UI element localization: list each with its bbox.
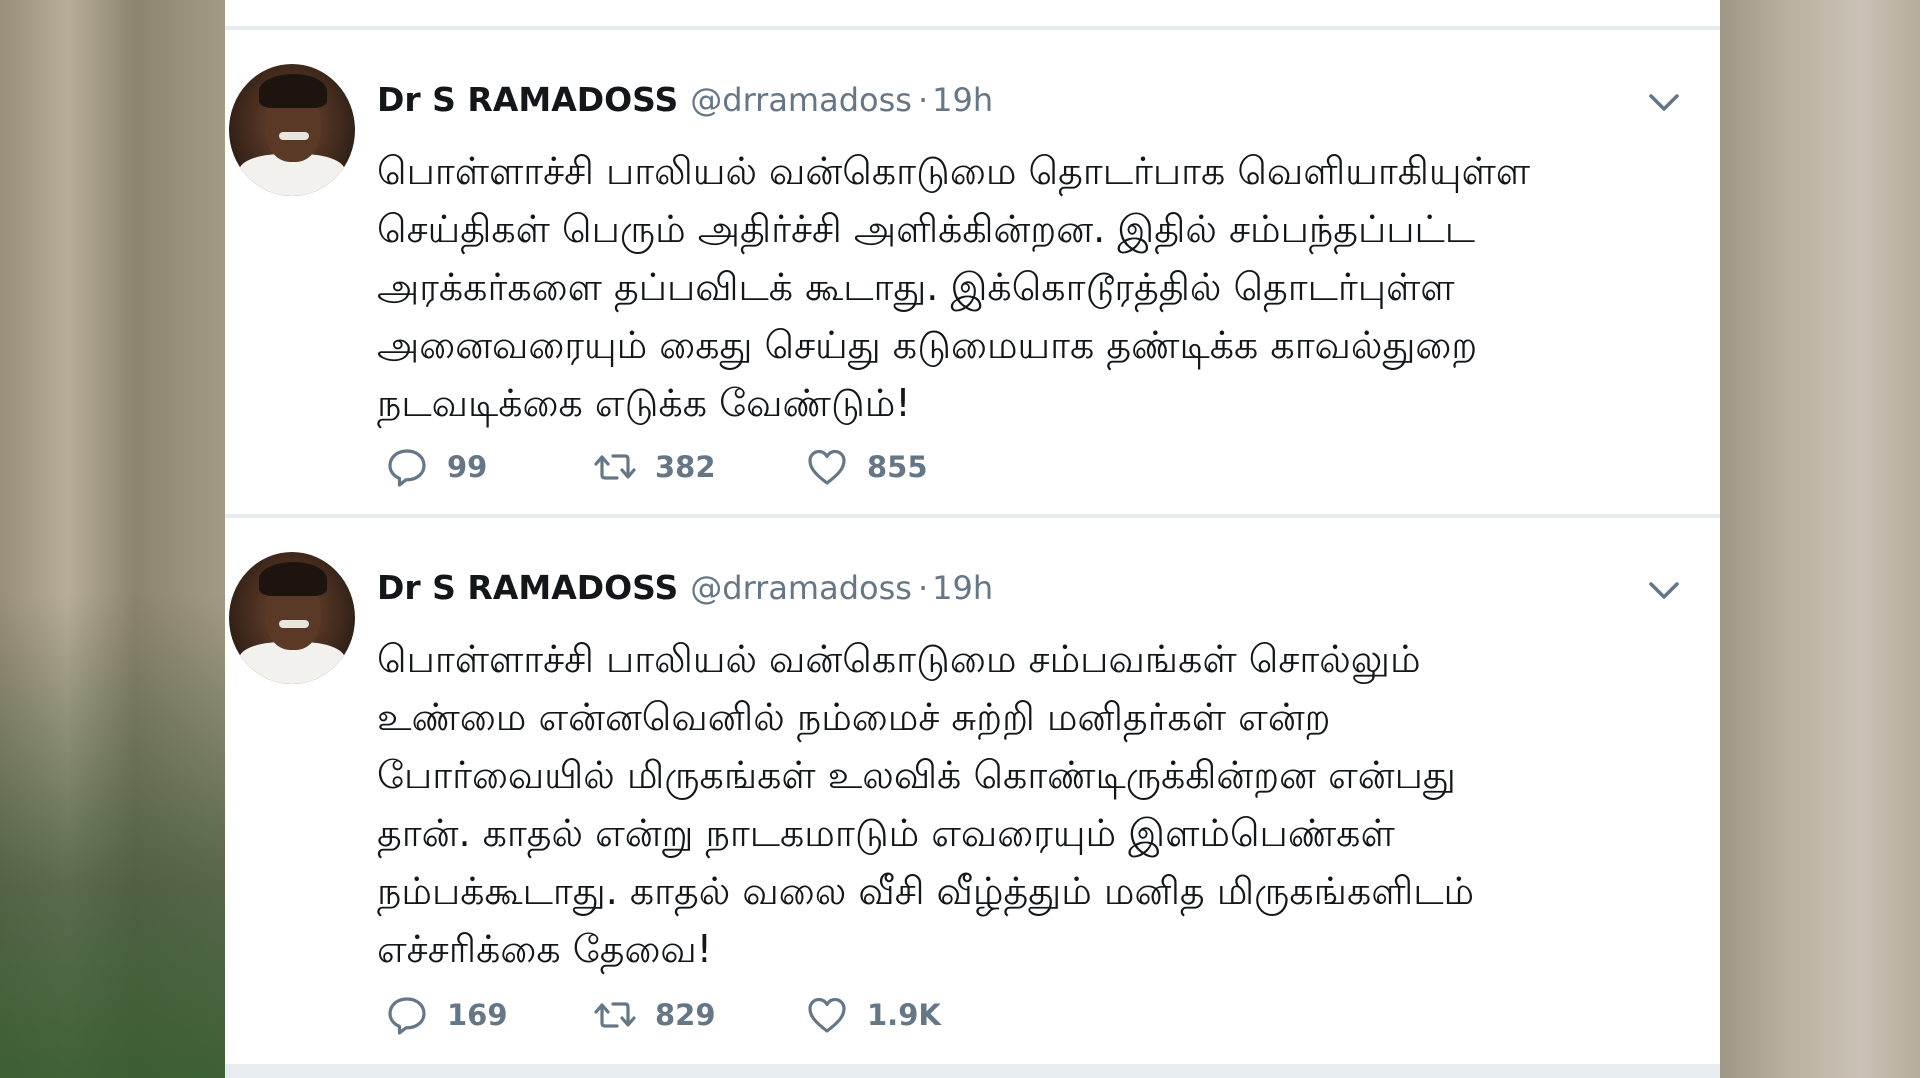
reply-button[interactable]: 169 — [385, 990, 508, 1040]
like-count: 1.9K — [867, 998, 941, 1032]
author-handle[interactable]: @drramadoss — [690, 569, 912, 607]
tweet-partial-top — [225, 0, 1720, 26]
like-button[interactable]: 1.9K — [805, 990, 941, 1040]
heart-icon — [805, 445, 849, 489]
tweet[interactable]: Dr S RAMADOSS @drramadoss · 19h பொள்ளாச்சி … — [225, 30, 1720, 514]
avatar[interactable] — [229, 552, 355, 684]
tweet-text-line: பொள்ளாச்சி பாலியல் வன்கொடுமை சம்பவங்கள் … — [377, 637, 1421, 681]
like-button[interactable]: 855 — [805, 442, 928, 492]
tweet-actions: 169 829 1.9K — [385, 990, 985, 1040]
tweet-text-line: தான். காதல் என்று நாடகமாடும் எவரையும் இள… — [377, 811, 1395, 855]
tweet-text-line: பொள்ளாச்சி பாலியல் வன்கொடுமை தொடர்பாக வெ… — [377, 149, 1531, 193]
avatar-hair — [259, 562, 327, 596]
tweet-text: பொள்ளாச்சி பாலியல் வன்கொடுமை தொடர்பாக வெ… — [377, 142, 1707, 432]
retweet-icon — [593, 993, 637, 1037]
author-name[interactable]: Dr S RAMADOSS — [377, 568, 678, 607]
tweet-actions: 99 382 855 — [385, 442, 985, 492]
chevron-down-icon[interactable] — [1646, 88, 1682, 116]
reply-count: 169 — [447, 998, 508, 1032]
separator-dot: · — [917, 81, 929, 119]
tweet-text-line: அரக்கர்களை தப்பவிடக் கூடாது. இக்கொடூரத்த… — [377, 265, 1455, 309]
avatar-mustache — [279, 132, 309, 140]
heart-icon — [805, 993, 849, 1037]
tweet-time[interactable]: 19h — [932, 81, 993, 119]
retweet-button[interactable]: 382 — [593, 442, 716, 492]
tweet-text-line: போர்வையில் மிருகங்கள் உலவிக் கொண்டிருக்க… — [377, 753, 1456, 797]
avatar[interactable] — [229, 64, 355, 196]
reply-button[interactable]: 99 — [385, 442, 487, 492]
tweet-text-line: செய்திகள் பெரும் அதிர்ச்சி அளிக்கின்றன. … — [377, 207, 1476, 251]
tweet-time[interactable]: 19h — [932, 569, 993, 607]
retweet-count: 382 — [655, 450, 716, 484]
like-count: 855 — [867, 450, 928, 484]
background-right — [1720, 0, 1920, 1078]
retweet-count: 829 — [655, 998, 716, 1032]
tweet-header: Dr S RAMADOSS @drramadoss · 19h — [377, 80, 993, 119]
chevron-down-icon[interactable] — [1646, 576, 1682, 604]
tweet-text-line: அனைவரையும் கைது செய்து கடுமையாக தண்டிக்க… — [377, 323, 1478, 367]
tweet-text-line: உண்மை என்னவெனில் நம்மைச் சுற்றி மனிதர்கள… — [377, 695, 1331, 739]
reply-count: 99 — [447, 450, 488, 484]
tweet-feed: Dr S RAMADOSS @drramadoss · 19h பொள்ளாச்சி … — [225, 0, 1720, 1078]
tweet-header: Dr S RAMADOSS @drramadoss · 19h — [377, 568, 993, 607]
author-handle[interactable]: @drramadoss — [690, 81, 912, 119]
retweet-icon — [593, 445, 637, 489]
tweet-text: பொள்ளாச்சி பாலியல் வன்கொடுமை சம்பவங்கள் … — [377, 630, 1707, 978]
tweet[interactable]: Dr S RAMADOSS @drramadoss · 19h பொள்ளாச்சி … — [225, 518, 1720, 1064]
separator-dot: · — [917, 569, 929, 607]
background-left — [0, 0, 225, 1078]
reply-icon — [385, 993, 429, 1037]
reply-icon — [385, 445, 429, 489]
tweet-text-line: நம்பக்கூடாது. காதல் வலை வீசி வீழ்த்தும் … — [377, 869, 1475, 913]
avatar-hair — [259, 74, 327, 108]
retweet-button[interactable]: 829 — [593, 990, 716, 1040]
tweet-text-line: எச்சரிக்கை தேவை! — [377, 927, 713, 971]
author-name[interactable]: Dr S RAMADOSS — [377, 80, 678, 119]
avatar-mustache — [279, 620, 309, 628]
tweet-text-line: நடவடிக்கை எடுக்க வேண்டும்! — [377, 381, 911, 425]
